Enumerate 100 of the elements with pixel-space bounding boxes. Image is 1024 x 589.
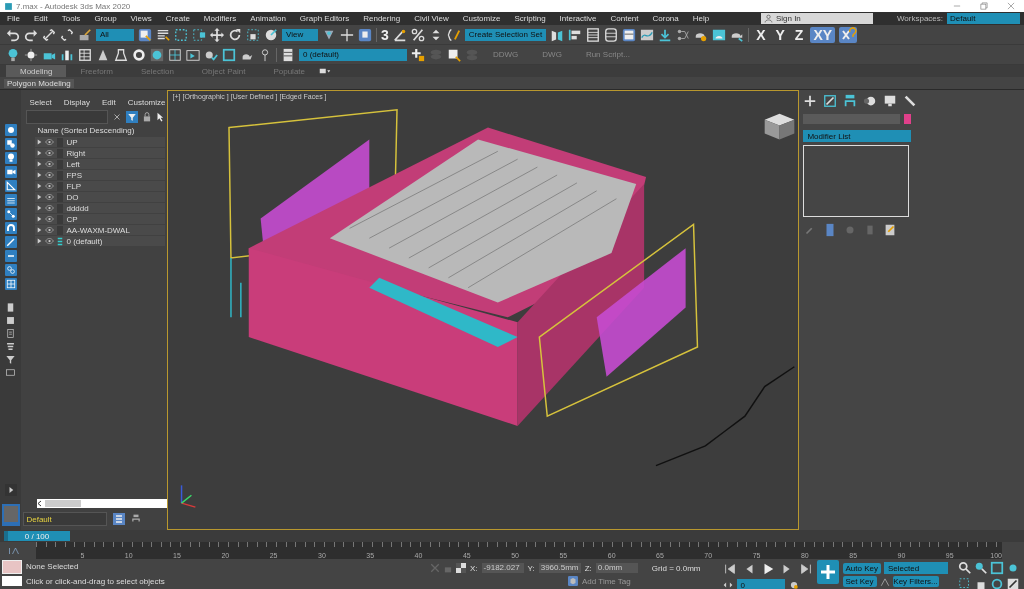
menu-item[interactable]: Create <box>158 14 197 23</box>
chain-icon[interactable] <box>4 264 17 276</box>
orbit-icon[interactable] <box>990 577 1004 589</box>
time-configuration-icon[interactable] <box>788 580 799 589</box>
selection-filter-dropdown[interactable]: All <box>96 28 134 41</box>
menu-item[interactable]: Select <box>29 97 52 107</box>
region-select-icon[interactable] <box>174 27 188 42</box>
modify-icon[interactable] <box>823 94 838 108</box>
grid-frame-icon[interactable] <box>168 47 182 62</box>
scene-object-row[interactable]: Right <box>35 148 166 158</box>
maxscript-listener-field[interactable] <box>2 576 22 586</box>
schematic-view-icon[interactable] <box>658 27 673 42</box>
key-mode-dropdown[interactable]: Selected <box>884 562 948 574</box>
z-coordinate-field[interactable]: 0.0mm <box>595 563 638 573</box>
ribbon-toggle-icon[interactable] <box>622 27 637 42</box>
scene-object-row[interactable]: DO <box>35 192 166 202</box>
document-icon[interactable] <box>5 328 17 339</box>
go-to-start-icon[interactable] <box>722 562 737 576</box>
zoom-all-icon[interactable] <box>974 561 988 575</box>
horizontal-scrollbar[interactable] <box>37 499 168 508</box>
snap-toggle[interactable]: 3 <box>381 26 389 43</box>
scene-object-row[interactable]: AA-WAXM-DWAL <box>35 225 166 235</box>
search-field[interactable] <box>26 110 109 124</box>
eye-icon[interactable] <box>45 194 55 200</box>
scene-object-row[interactable]: CP <box>35 214 166 224</box>
scene-explorer-toggle-icon[interactable] <box>586 27 601 42</box>
ribbon-tab[interactable]: Modeling <box>6 65 67 77</box>
eye-icon[interactable] <box>45 150 55 156</box>
eye-icon[interactable] <box>45 139 55 145</box>
filter-icon[interactable] <box>126 111 139 123</box>
keyboard-shortcut-icon[interactable] <box>358 27 372 42</box>
menu-item[interactable]: Customize <box>127 97 166 107</box>
checker-icon[interactable] <box>456 563 466 573</box>
menu-item[interactable]: Help <box>685 14 717 23</box>
layer-dropdown[interactable]: 0 (default) <box>299 48 407 61</box>
move-icon[interactable] <box>210 27 224 42</box>
panel-options-icon[interactable] <box>319 67 331 75</box>
axis-constraint-button[interactable]: X <box>753 26 769 43</box>
menu-item[interactable]: Customize <box>455 14 508 23</box>
axis-constraint-button[interactable]: Z <box>791 26 807 43</box>
layer-manager-icon[interactable] <box>281 47 295 62</box>
menu-item[interactable]: Corona <box>645 14 686 23</box>
table-icon[interactable] <box>78 47 92 62</box>
rotate-icon[interactable] <box>228 27 242 42</box>
scene-object-row[interactable]: UP <box>35 137 166 147</box>
menu-item[interactable]: Views <box>123 14 159 23</box>
viewport-thumbnail-icon[interactable] <box>1 504 20 526</box>
eye-icon[interactable] <box>45 205 55 211</box>
clear-icon[interactable] <box>113 113 122 121</box>
add-key-button[interactable] <box>816 560 839 584</box>
menu-item[interactable]: Tools <box>54 14 88 23</box>
axis-constraint-button[interactable]: Y <box>772 26 788 43</box>
workspace-dropdown[interactable]: Default <box>947 13 1020 24</box>
curve-editor-icon[interactable] <box>640 27 655 42</box>
auto-key-button[interactable]: Auto Key <box>842 562 881 574</box>
menu-item[interactable]: Interactive <box>552 14 604 23</box>
menu-item[interactable]: Scripting <box>507 14 553 23</box>
hierarchy-icon[interactable] <box>843 94 858 108</box>
time-slider[interactable]: 0 / 100 <box>4 531 70 541</box>
color-swatch[interactable] <box>2 560 22 574</box>
scene-object-row[interactable]: FPS <box>35 170 166 180</box>
maximize-viewport-icon[interactable] <box>1006 577 1020 589</box>
current-frame-field[interactable]: 0 <box>736 579 785 589</box>
unlink-icon[interactable] <box>60 27 74 42</box>
wand-icon[interactable] <box>4 236 17 248</box>
zoom-icon[interactable] <box>958 561 972 575</box>
zoom-extents-icon[interactable] <box>990 561 1004 575</box>
material-editor-icon[interactable] <box>676 27 691 42</box>
menu-item[interactable]: Modifiers <box>196 14 244 23</box>
light-bulb-icon[interactable] <box>6 47 20 62</box>
menu-item[interactable]: Display <box>63 97 90 107</box>
shapes-icon[interactable] <box>4 138 17 150</box>
utilities-icon[interactable] <box>903 94 918 108</box>
rendered-frame-icon[interactable] <box>712 27 727 42</box>
circle-icon[interactable] <box>4 124 17 136</box>
modifier-list-dropdown[interactable]: Modifier List <box>803 130 912 142</box>
go-to-end-icon[interactable] <box>798 562 813 576</box>
object-color-swatch[interactable] <box>904 114 912 124</box>
window-crossing-icon[interactable] <box>192 27 206 42</box>
angle-snap-icon[interactable] <box>392 27 407 42</box>
layer-explorer-icon[interactable] <box>604 27 619 42</box>
named-selection-icon[interactable] <box>446 27 461 42</box>
select-object-icon[interactable] <box>138 27 152 42</box>
layer-sort-icon[interactable] <box>113 513 126 525</box>
window-icon[interactable] <box>5 367 17 378</box>
play-icon[interactable] <box>4 484 17 496</box>
sun-icon[interactable] <box>24 47 38 62</box>
grid-icon[interactable] <box>4 278 17 290</box>
scene-object-row[interactable]: ddddd <box>35 203 166 213</box>
add-time-tag-button[interactable]: Add Time Tag <box>582 576 631 586</box>
flask-icon[interactable] <box>114 47 128 62</box>
frame-icon[interactable] <box>222 47 236 62</box>
bulb-icon[interactable] <box>4 152 17 164</box>
eye-icon[interactable] <box>45 227 55 233</box>
menu-item[interactable]: File <box>0 14 27 23</box>
scroll-left-icon[interactable] <box>37 500 44 507</box>
menu-item[interactable]: Edit <box>101 97 116 107</box>
scene-object-row[interactable]: 0 (default) <box>35 236 166 246</box>
set-key-button[interactable]: Set Key <box>842 576 877 587</box>
sphere-icon[interactable] <box>150 47 164 62</box>
